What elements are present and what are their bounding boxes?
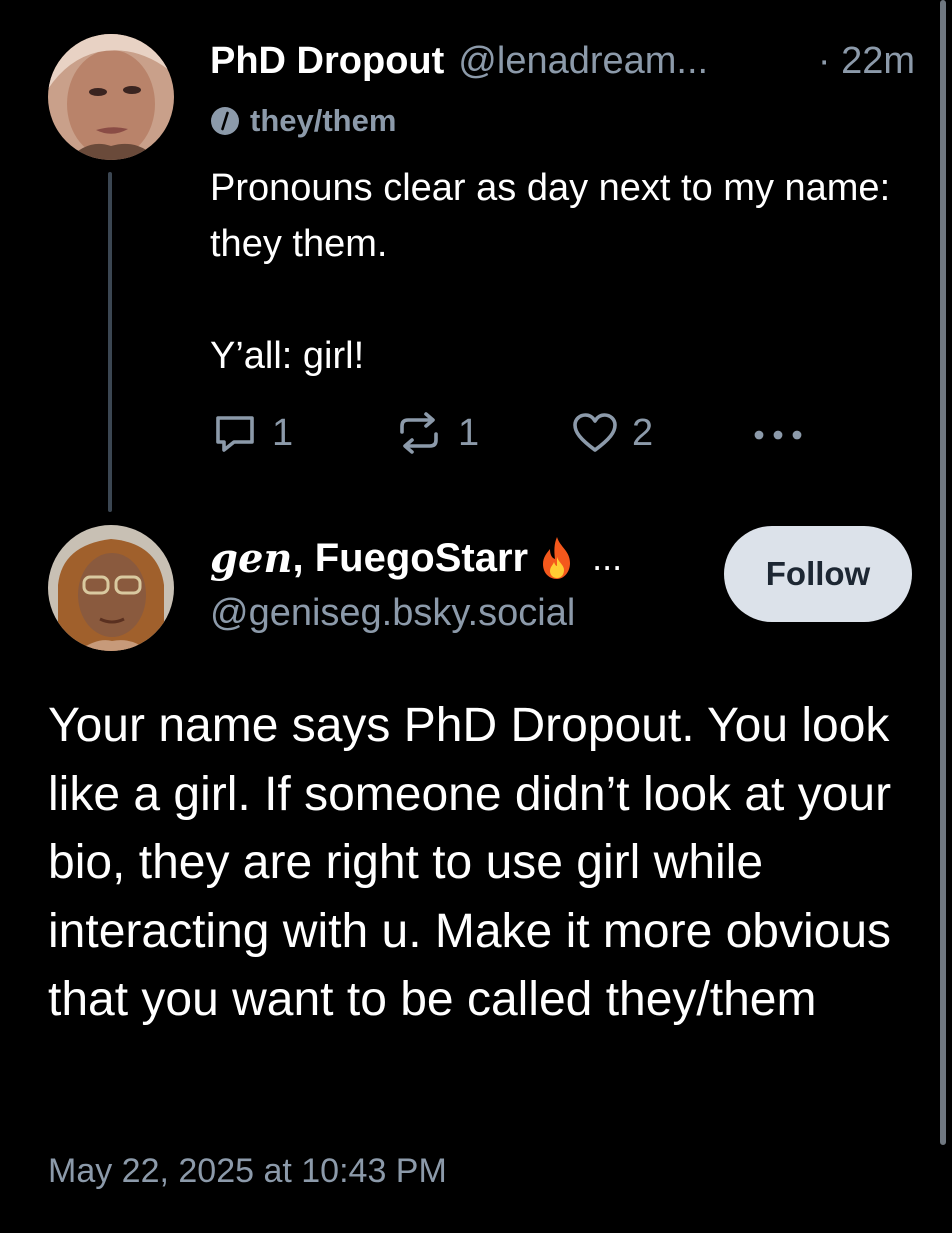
pronouns-icon — [211, 107, 239, 135]
parent-post-paragraph-2: Y’all: girl! — [210, 335, 365, 377]
parent-post-actions: 1 1 2 — [210, 406, 830, 460]
thread-line — [108, 172, 112, 512]
reply-name-ellipsis: ... — [592, 537, 623, 578]
reply-author-name[interactable]: gen , FuegoStarr ... — [210, 530, 622, 586]
like-count: 2 — [632, 411, 654, 454]
reply-post-timestamp: May 22, 2025 at 10:43 PM — [48, 1152, 447, 1190]
scrollbar[interactable] — [940, 0, 946, 1145]
repost-count: 1 — [458, 411, 480, 454]
reply-button[interactable]: 1 — [210, 406, 293, 460]
like-button[interactable]: 2 — [570, 406, 653, 460]
repost-icon — [400, 412, 438, 454]
reply-post-text: Your name says PhD Dropout. You look lik… — [48, 699, 892, 1026]
ellipsis-icon — [754, 430, 802, 440]
pronouns-row: they/them — [210, 102, 396, 140]
parent-post-paragraph-1: Pronouns clear as day next to my name: t… — [210, 167, 891, 265]
more-options-button[interactable] — [748, 406, 820, 460]
heart-icon — [573, 413, 617, 452]
repost-button[interactable]: 1 — [392, 406, 479, 460]
reply-count: 1 — [272, 411, 294, 454]
parent-post-time: · 22m — [817, 39, 915, 82]
reply-author-avatar[interactable] — [48, 525, 174, 651]
reply-name-rest: , FuegoStarr — [292, 535, 529, 580]
parent-post-text: Pronouns clear as day next to my name: t… — [210, 160, 920, 384]
fire-emoji-icon — [543, 537, 571, 579]
parent-author-handle[interactable]: @lenadream... — [458, 40, 708, 83]
pronouns-label: they/them — [250, 103, 397, 138]
parent-author-avatar[interactable] — [48, 34, 174, 160]
follow-button[interactable]: Follow — [724, 526, 912, 622]
reply-icon — [216, 416, 254, 452]
reply-name-italic: gen — [210, 534, 293, 582]
parent-post-header: PhD Dropout @lenadream... · 22m — [210, 36, 915, 86]
reply-author-handle[interactable]: @geniseg.bsky.social — [210, 592, 575, 635]
parent-author-name[interactable]: PhD Dropout — [210, 40, 444, 83]
